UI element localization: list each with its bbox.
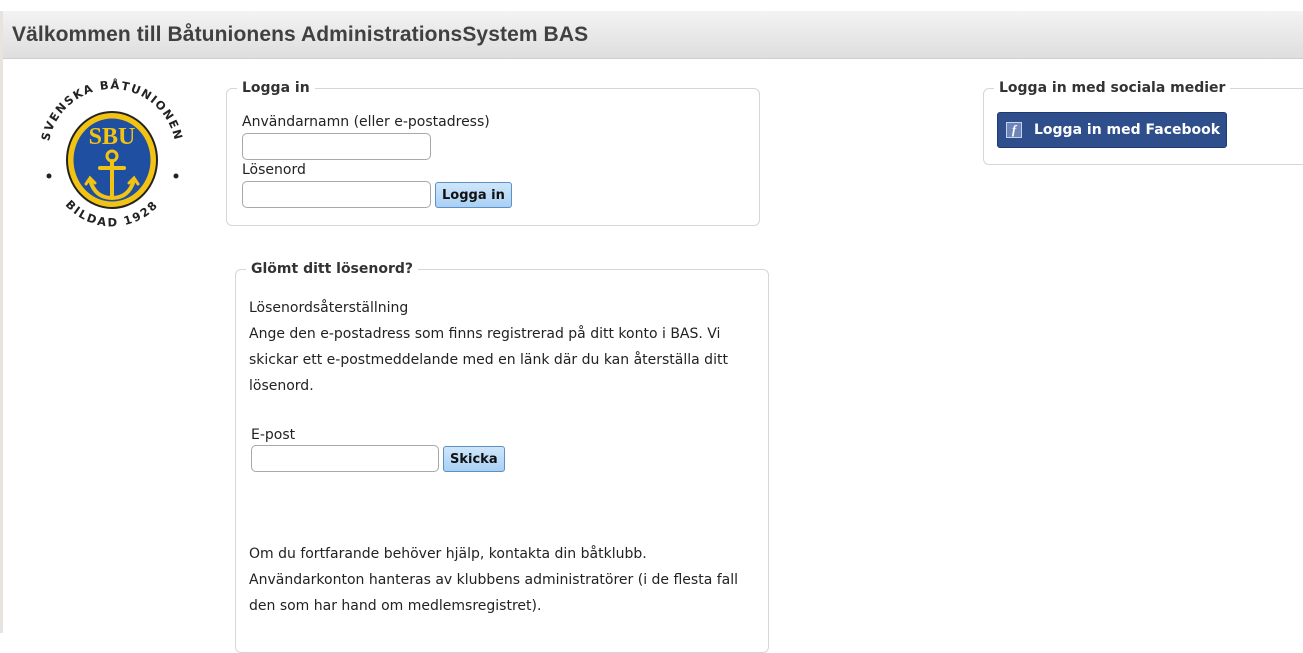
forgot-password-legend: Glömt ditt lösenord?	[251, 261, 414, 277]
title-bar: Välkommen till Båtunionens Administratio…	[3, 11, 1303, 59]
username-label: Användarnamn (eller e-postadress)	[242, 114, 490, 130]
login-button[interactable]: Logga in	[435, 182, 512, 208]
username-input[interactable]	[242, 133, 431, 160]
facebook-login-label: Logga in med Facebook	[1034, 122, 1221, 138]
facebook-icon: f	[1006, 122, 1022, 138]
password-label: Lösenord	[242, 162, 306, 178]
sbu-logo: SVENSKA BÅTUNIONEN BILDAD 1928 SBU	[38, 77, 184, 230]
social-legend: Logga in med sociala medier	[999, 80, 1226, 96]
password-input[interactable]	[242, 181, 431, 208]
send-button[interactable]: Skicka	[443, 446, 505, 472]
email-label: E-post	[251, 427, 296, 443]
reset-description: Ange den e-postadress som finns registre…	[249, 326, 728, 394]
logo-center-text: SBU	[89, 124, 136, 150]
facebook-login-button[interactable]: f Logga in med Facebook	[997, 112, 1227, 148]
reset-heading: Lösenordsåterställning	[249, 300, 409, 316]
email-input[interactable]	[251, 445, 439, 472]
top-strip	[0, 0, 1303, 11]
login-legend: Logga in	[242, 80, 310, 96]
page-title: Välkommen till Båtunionens Administratio…	[12, 23, 589, 46]
left-edge	[0, 11, 3, 633]
help-text: Om du fortfarande behöver hjälp, kontakt…	[249, 546, 739, 614]
